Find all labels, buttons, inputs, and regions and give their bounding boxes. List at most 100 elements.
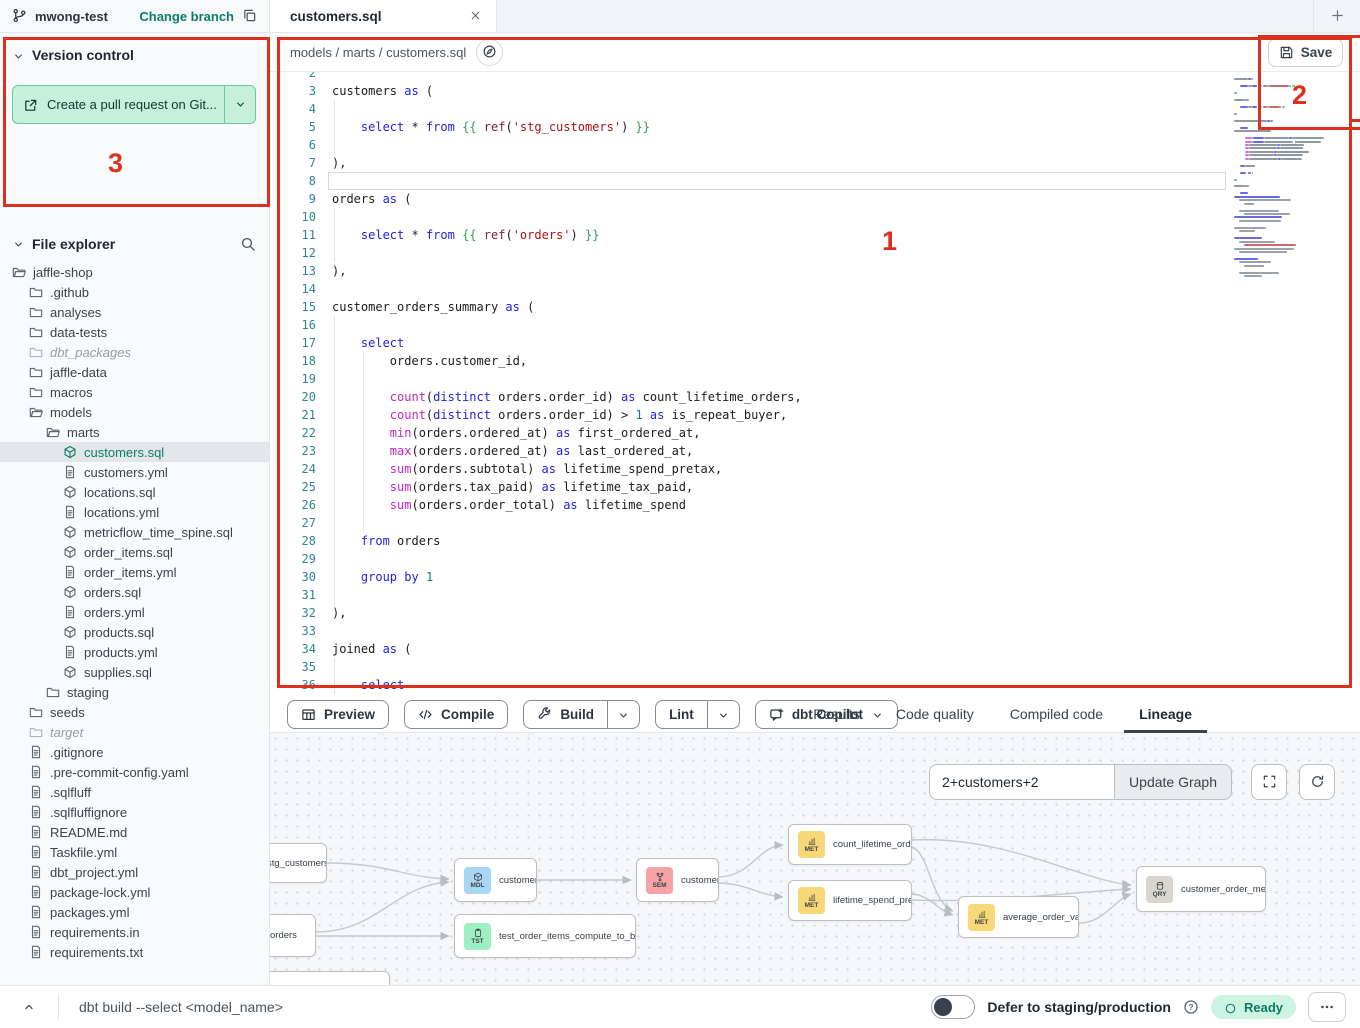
tree-item-jaffle-data[interactable]: jaffle-data	[0, 362, 270, 382]
tree-item-order-items-sql[interactable]: order_items.sql	[0, 542, 270, 562]
tree-item-orders-sql[interactable]: orders.sql	[0, 582, 270, 602]
tree-item-supplies-sql[interactable]: supplies.sql	[0, 662, 270, 682]
lineage-node-orders[interactable]: MDLorders	[270, 914, 316, 957]
chat-sparkle-icon	[769, 707, 784, 723]
tree-item-dbt-project-yml[interactable]: dbt_project.yml	[0, 862, 270, 882]
line-number: 27	[272, 514, 316, 532]
minimap[interactable]	[1232, 72, 1318, 204]
folder-icon	[29, 405, 43, 419]
tree-item-order-items-yml[interactable]: order_items.yml	[0, 562, 270, 582]
compile-button[interactable]: Compile	[404, 700, 508, 729]
tree-item-dbt-packages[interactable]: dbt_packages	[0, 342, 270, 362]
lineage-node-customer-order-metrics[interactable]: QRYcustomer_order_metrics	[1136, 866, 1266, 912]
lineage-node-average-order-value[interactable]: METaverage_order_value	[958, 896, 1079, 938]
line-number: 18	[272, 352, 316, 370]
defer-toggle[interactable]	[931, 995, 975, 1019]
tree-item-readme-md[interactable]: README.md	[0, 822, 270, 842]
tree-item-products-sql[interactable]: products.sql	[0, 622, 270, 642]
file-tree: jaffle-shop.githubanalysesdata-testsdbt_…	[0, 262, 270, 962]
tree-item--sqlfluffignore[interactable]: .sqlfluffignore	[0, 802, 270, 822]
preview-button[interactable]: Preview	[287, 700, 389, 729]
new-tab-button[interactable]	[1313, 0, 1360, 32]
line-number: 28	[272, 532, 316, 550]
help-icon[interactable]: ?	[1183, 998, 1199, 1016]
tree-item-packages-yml[interactable]: packages.yml	[0, 902, 270, 922]
lineage-selector-input[interactable]	[929, 764, 1114, 800]
code-line-36: select	[332, 676, 404, 694]
save-button[interactable]: Save	[1268, 38, 1343, 67]
lineage-node-customers[interactable]: MDLcustomers	[454, 858, 537, 902]
build-button[interactable]: Build	[523, 700, 640, 729]
code-line-34: joined as (	[332, 640, 411, 658]
lineage-node-stg-customers[interactable]: MDLstg_customers	[270, 843, 327, 883]
create-pull-request-button[interactable]: Create a pull request on Git...	[12, 85, 256, 124]
close-icon[interactable]	[469, 7, 482, 25]
lint-button[interactable]: Lint	[655, 700, 740, 729]
code-line-20: count(distinct orders.order_id) as count…	[332, 388, 802, 406]
build-options-caret[interactable]	[607, 701, 639, 728]
tab-compiled-code[interactable]: Compiled code	[995, 697, 1118, 733]
copilot-compass-button[interactable]	[476, 39, 503, 66]
tree-item-marts[interactable]: marts	[0, 422, 270, 442]
code-line-28: from orders	[332, 532, 440, 550]
tree-item-target[interactable]: target	[0, 722, 270, 742]
tree-item-products-yml[interactable]: products.yml	[0, 642, 270, 662]
chevron-down-icon[interactable]	[12, 236, 25, 252]
tree-item-package-lock-yml[interactable]: package-lock.yml	[0, 882, 270, 902]
tab-code-quality[interactable]: Code quality	[881, 697, 989, 733]
tree-item-customers-sql[interactable]: customers.sql	[0, 442, 270, 462]
lineage-node-customers[interactable]: SEMcustomers	[636, 858, 719, 902]
tree-item-locations-sql[interactable]: locations.sql	[0, 482, 270, 502]
tab-results[interactable]: Results	[798, 697, 875, 733]
tree-item--pre-commit-config-yaml[interactable]: .pre-commit-config.yaml	[0, 762, 270, 782]
tree-item-data-tests[interactable]: data-tests	[0, 322, 270, 342]
code-editor[interactable]: 23customers as (45 select * from {{ ref(…	[270, 72, 1360, 697]
expand-panel-chevron[interactable]	[22, 998, 36, 1016]
cli-command-text[interactable]: dbt build --select <model_name>	[79, 999, 283, 1015]
tree-item-analyses[interactable]: analyses	[0, 302, 270, 322]
tree-item-requirements-txt[interactable]: requirements.txt	[0, 942, 270, 962]
file-icon	[29, 825, 43, 839]
more-options-button[interactable]	[1308, 992, 1346, 1022]
tree-item-locations-yml[interactable]: locations.yml	[0, 502, 270, 522]
line-number: 31	[272, 586, 316, 604]
code-line-21: count(distinct orders.order_id) > 1 as i…	[332, 406, 787, 424]
lineage-node-partial[interactable]	[270, 971, 390, 985]
tree-item-metricflow-time-spine-sql[interactable]: metricflow_time_spine.sql	[0, 522, 270, 542]
lineage-node-count-lifetime-orders[interactable]: METcount_lifetime_orders	[788, 824, 912, 865]
fullscreen-button[interactable]	[1251, 764, 1287, 800]
tree-item-macros[interactable]: macros	[0, 382, 270, 402]
tree-item-taskfile-yml[interactable]: Taskfile.yml	[0, 842, 270, 862]
copy-icon[interactable]	[242, 7, 257, 25]
tree-item-orders-yml[interactable]: orders.yml	[0, 602, 270, 622]
tree-item-seeds[interactable]: seeds	[0, 702, 270, 722]
line-number: 23	[272, 442, 316, 460]
search-icon[interactable]	[240, 235, 256, 252]
tree-item-staging[interactable]: staging	[0, 682, 270, 702]
pr-options-caret[interactable]	[224, 86, 255, 123]
folder-icon	[29, 285, 43, 299]
search-icon	[240, 236, 256, 252]
tab-lineage[interactable]: Lineage	[1124, 697, 1207, 733]
code-icon	[418, 707, 433, 722]
lineage-node-lifetime-spend-pretax[interactable]: METlifetime_spend_pretax	[788, 880, 912, 921]
node-badge-sem-icon: SEM	[646, 867, 673, 894]
lineage-node-test-order-items-compute-to-bools-[interactable]: TSTtest_order_items_compute_to_bools...	[454, 914, 636, 958]
chevron-down-icon[interactable]	[12, 47, 25, 63]
tree-item--gitignore[interactable]: .gitignore	[0, 742, 270, 762]
tree-item-requirements-in[interactable]: requirements.in	[0, 922, 270, 942]
line-number: 36	[272, 676, 316, 694]
tree-item-jaffle-shop[interactable]: jaffle-shop	[0, 262, 270, 282]
tree-item-models[interactable]: models	[0, 402, 270, 422]
tree-item--github[interactable]: .github	[0, 282, 270, 302]
refresh-button[interactable]	[1299, 764, 1335, 800]
change-branch-link[interactable]: Change branch	[139, 9, 234, 24]
tree-item--sqlfluff[interactable]: .sqlfluff	[0, 782, 270, 802]
close-icon	[469, 9, 482, 22]
update-graph-button[interactable]: Update Graph	[1114, 764, 1232, 800]
tab-customers-sql[interactable]: customers.sql	[270, 0, 497, 32]
tree-item-customers-yml[interactable]: customers.yml	[0, 462, 270, 482]
version-control-title: Version control	[32, 47, 134, 63]
lint-options-caret[interactable]	[707, 701, 739, 728]
code-line-9: orders as (	[332, 190, 411, 208]
